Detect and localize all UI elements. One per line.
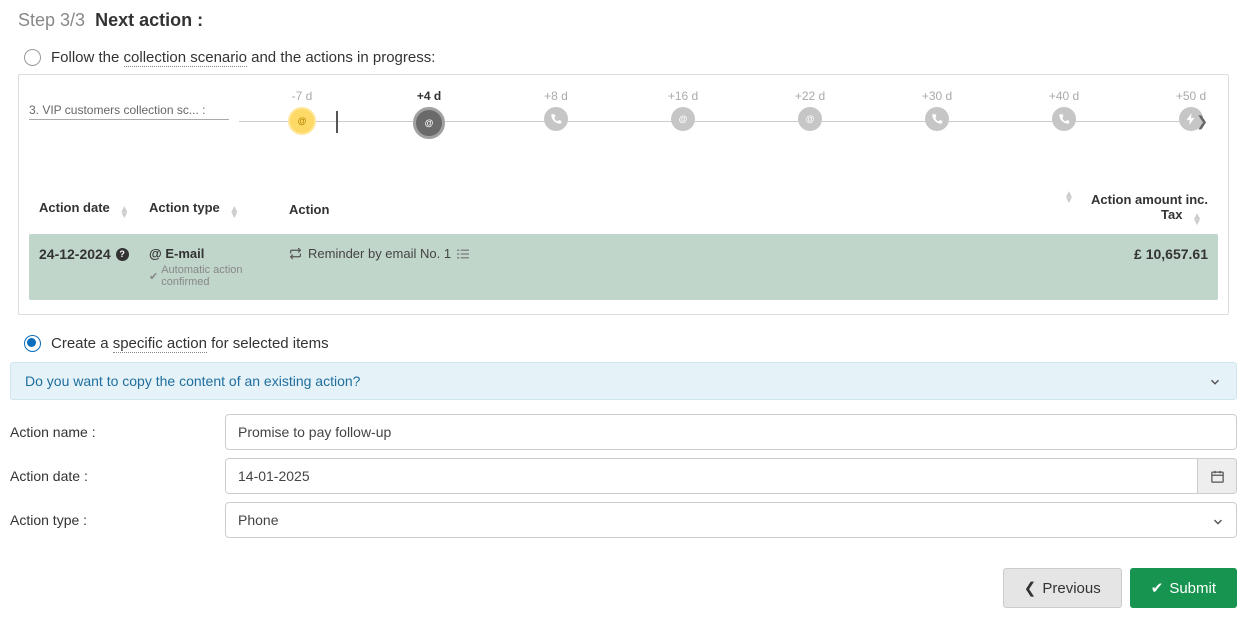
- timeline: 3. VIP customers collection sc... : -7 d…: [29, 89, 1218, 159]
- action-date-label: Action date :: [10, 468, 225, 484]
- timeline-node-label: +4 d: [399, 89, 459, 103]
- option-follow-scenario[interactable]: Follow the collection scenario and the a…: [24, 49, 1237, 66]
- form-row-action-name: Action name :: [10, 414, 1237, 450]
- th-action[interactable]: Action: [289, 202, 1058, 217]
- copy-panel-text: Do you want to copy the content of an ex…: [25, 373, 360, 389]
- submit-button[interactable]: ✔ Submit: [1130, 568, 1237, 608]
- action-type-select[interactable]: [225, 502, 1237, 538]
- form-row-action-date: Action date :: [10, 458, 1237, 494]
- timeline-node-label: +40 d: [1034, 89, 1094, 103]
- at-icon: @: [288, 107, 316, 135]
- table-row[interactable]: 24-12-2024 ? @ E-mail ✔ Automatic action…: [29, 234, 1218, 300]
- list-icon: [457, 248, 469, 260]
- row-action-type-sub: ✔ Automatic action confirmed: [149, 264, 289, 288]
- chevron-left-icon: ❮: [1024, 579, 1037, 597]
- timeline-node[interactable]: +16 d @: [653, 89, 713, 131]
- step-title: Next action :: [95, 10, 203, 30]
- timeline-node[interactable]: +40 d: [1034, 89, 1094, 131]
- step-header: Step 3/3 Next action :: [18, 10, 1237, 31]
- row-date: 24-12-2024: [39, 246, 111, 262]
- timeline-node[interactable]: +30 d: [907, 89, 967, 131]
- timeline-node[interactable]: +50 d: [1161, 89, 1221, 131]
- th-action-date[interactable]: Action date ▲▼: [39, 200, 149, 219]
- timeline-today-marker: [336, 111, 338, 133]
- footer-buttons: ❮ Previous ✔ Submit: [10, 568, 1237, 608]
- timeline-node[interactable]: -7 d @: [272, 89, 332, 135]
- svg-text:@: @: [298, 116, 307, 126]
- step-counter: Step 3/3: [18, 10, 85, 30]
- timeline-node-label: +8 d: [526, 89, 586, 103]
- timeline-baseline: [29, 119, 229, 120]
- radio-selected-icon: [24, 335, 41, 352]
- row-action-type: @ E-mail: [149, 246, 289, 261]
- at-icon: @: [798, 107, 822, 131]
- at-icon: @: [413, 107, 445, 139]
- radio-unselected-icon: [24, 49, 41, 66]
- row-amount: £ 10,657.61: [1134, 246, 1208, 262]
- timeline-scroll-right[interactable]: ❯: [1196, 113, 1208, 130]
- action-date-input[interactable]: [225, 458, 1198, 494]
- check-icon: ✔: [1151, 579, 1164, 597]
- svg-text:@: @: [679, 114, 688, 124]
- timeline-node-label: -7 d: [272, 89, 332, 103]
- previous-button[interactable]: ❮ Previous: [1003, 568, 1122, 608]
- sort-icon: ▲▼: [119, 207, 129, 219]
- sort-icon: ▲▼: [229, 207, 239, 219]
- timeline-node[interactable]: +8 d: [526, 89, 586, 131]
- phone-icon: [544, 107, 568, 131]
- timeline-scenario-name: 3. VIP customers collection sc... :: [29, 103, 206, 117]
- option-create-specific-action[interactable]: Create a specific action for selected it…: [24, 335, 1237, 352]
- timeline-node[interactable]: +4 d @: [399, 89, 459, 139]
- actions-table: Action date ▲▼ Action type ▲▼ Action ▲▼ …: [29, 184, 1218, 300]
- svg-text:@: @: [806, 114, 815, 124]
- calendar-icon: [1210, 469, 1225, 484]
- phone-icon: [1052, 107, 1076, 131]
- timeline-node-label: +22 d: [780, 89, 840, 103]
- term-specific-action: specific action: [113, 335, 207, 353]
- scenario-panel: 3. VIP customers collection sc... : -7 d…: [18, 74, 1229, 315]
- term-collection-scenario: collection scenario: [124, 49, 247, 67]
- phone-icon: [925, 107, 949, 131]
- at-icon: @: [149, 246, 162, 261]
- action-name-input[interactable]: [225, 414, 1237, 450]
- info-icon: ?: [116, 248, 129, 261]
- row-action-desc: Reminder by email No. 1: [289, 246, 1058, 261]
- retweet-icon: [289, 247, 302, 260]
- chevron-down-icon: [1208, 373, 1222, 389]
- table-header-row: Action date ▲▼ Action type ▲▼ Action ▲▼ …: [29, 184, 1218, 234]
- sort-icon: ▲▼: [1192, 214, 1202, 226]
- calendar-button[interactable]: [1198, 458, 1237, 494]
- copy-existing-action-panel[interactable]: Do you want to copy the content of an ex…: [10, 362, 1237, 400]
- form-row-action-type: Action type :: [10, 502, 1237, 538]
- sort-icon: ▲▼: [1064, 192, 1074, 204]
- action-name-label: Action name :: [10, 424, 225, 440]
- timeline-node-label: +50 d: [1161, 89, 1221, 103]
- timeline-node-label: +30 d: [907, 89, 967, 103]
- svg-text:@: @: [425, 118, 434, 128]
- action-type-label: Action type :: [10, 512, 225, 528]
- check-icon: ✔: [149, 270, 158, 283]
- timeline-node-label: +16 d: [653, 89, 713, 103]
- th-action-amount[interactable]: ▲▼ Action amount inc. Tax ▲▼: [1058, 192, 1208, 226]
- th-action-type[interactable]: Action type ▲▼: [149, 200, 289, 219]
- at-icon: @: [671, 107, 695, 131]
- timeline-node[interactable]: +22 d @: [780, 89, 840, 131]
